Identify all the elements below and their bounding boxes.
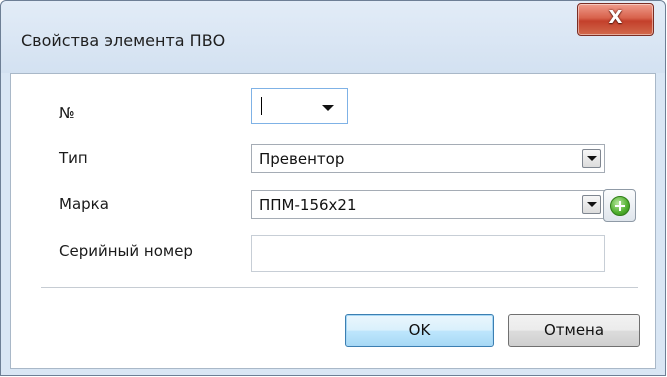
brand-label: Марка: [59, 195, 109, 213]
serial-label: Серийный номер: [59, 242, 193, 260]
brand-value: ППМ-156х21: [259, 196, 357, 214]
text-cursor: [261, 97, 262, 115]
number-label: №: [59, 104, 75, 122]
dialog-title: Свойства элемента ПВО: [21, 31, 226, 50]
title-bar[interactable]: Свойства элемента ПВО X: [1, 1, 665, 73]
type-label: Тип: [59, 149, 88, 167]
type-dropdown-arrow-icon[interactable]: [582, 149, 601, 168]
number-combobox[interactable]: [251, 88, 348, 124]
add-brand-button[interactable]: [603, 189, 636, 222]
brand-combobox[interactable]: ППМ-156х21: [251, 190, 605, 219]
close-button[interactable]: X: [577, 3, 654, 36]
type-combobox[interactable]: Превентор: [251, 144, 605, 173]
type-value: Превентор: [259, 150, 345, 168]
cancel-button[interactable]: Отмена: [508, 314, 640, 347]
dialog-content: № Тип Превентор Марка ППМ-156х21 Серийны…: [10, 73, 656, 369]
separator: [41, 287, 638, 288]
chevron-down-icon[interactable]: [322, 105, 334, 111]
green-plus-circle-icon: [610, 196, 630, 216]
serial-number-input[interactable]: [251, 235, 605, 272]
brand-dropdown-arrow-icon[interactable]: [582, 195, 601, 214]
close-icon: X: [608, 7, 623, 28]
ok-button[interactable]: OK: [345, 314, 494, 347]
dialog-window: Свойства элемента ПВО X № Тип Превентор …: [0, 0, 666, 376]
